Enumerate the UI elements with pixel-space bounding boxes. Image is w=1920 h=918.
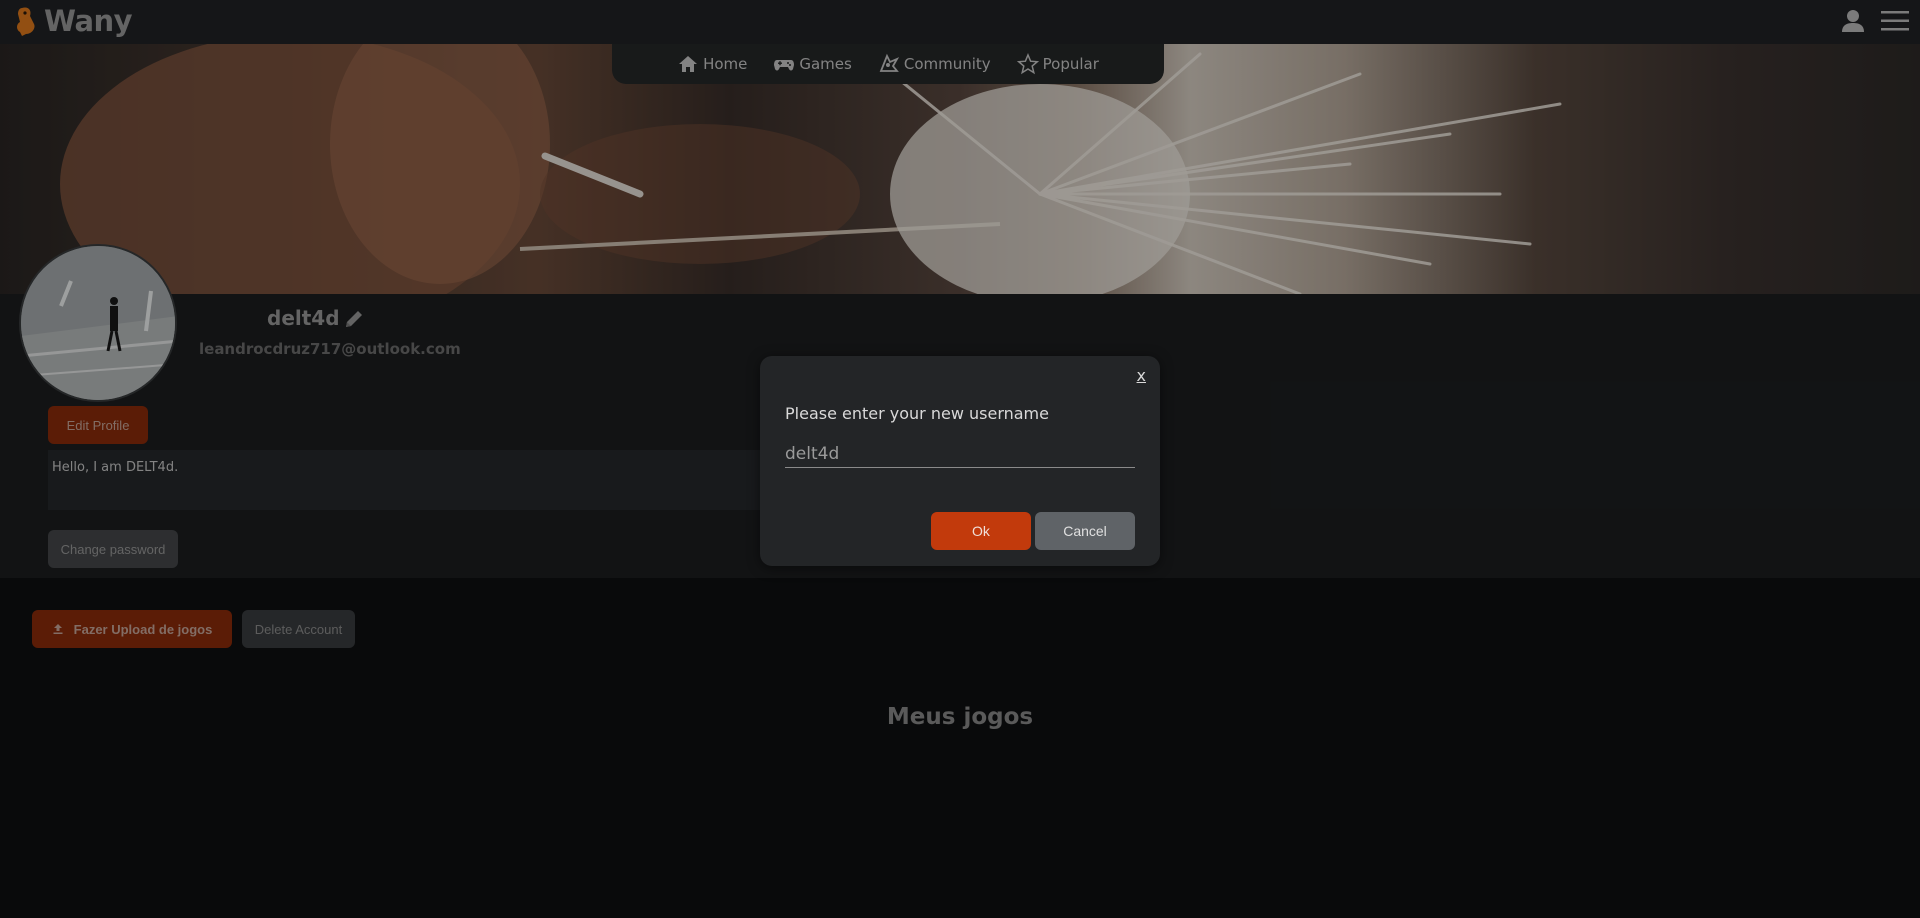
modal-close-button[interactable]: x xyxy=(1137,366,1146,385)
modal-prompt: Please enter your new username xyxy=(785,404,1049,423)
modal-ok-button[interactable]: Ok xyxy=(931,512,1031,550)
new-username-input[interactable] xyxy=(785,440,1135,468)
change-username-modal: x Please enter your new username Ok Canc… xyxy=(760,356,1160,566)
modal-cancel-button[interactable]: Cancel xyxy=(1035,512,1135,550)
